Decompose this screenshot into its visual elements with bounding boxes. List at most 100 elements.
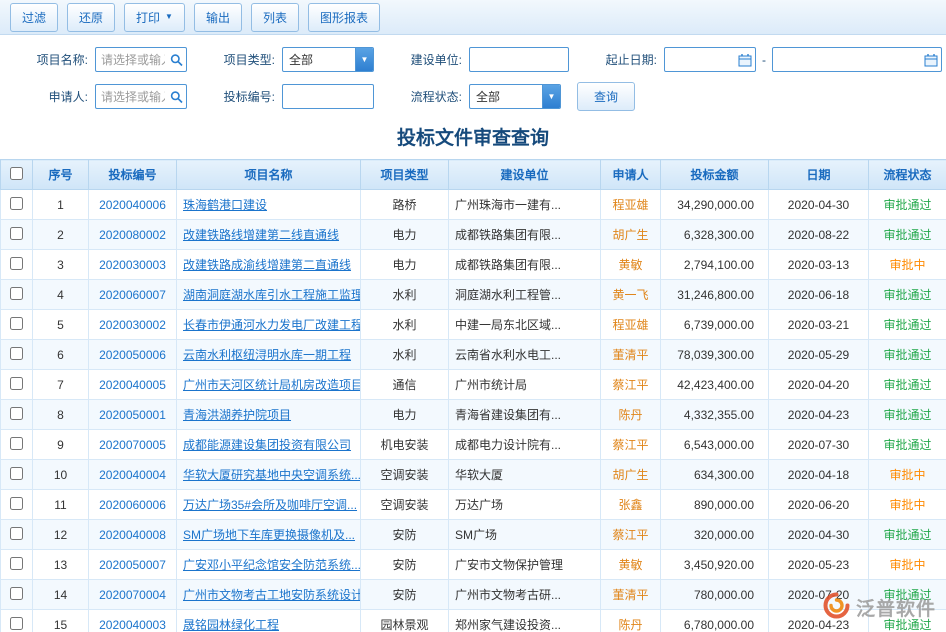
search-icon[interactable] — [170, 90, 183, 103]
filter-button[interactable]: 过滤 — [10, 3, 58, 32]
bid-number-link[interactable]: 2020040005 — [99, 378, 166, 392]
project-type: 安防 — [361, 520, 449, 550]
bid-number-link[interactable]: 2020030002 — [99, 318, 166, 332]
row-checkbox-cell — [1, 340, 33, 370]
select-all-checkbox[interactable] — [10, 167, 23, 180]
project-type: 空调安装 — [361, 490, 449, 520]
row-checkbox[interactable] — [10, 347, 23, 360]
applicant: 黄敏 — [601, 250, 661, 280]
applicant: 董清平 — [601, 580, 661, 610]
project-name-link[interactable]: 青海洪湖养护院项目 — [183, 408, 291, 422]
export-button[interactable]: 输出 — [194, 3, 242, 32]
graph-report-button[interactable]: 图形报表 — [308, 3, 380, 32]
date: 2020-03-21 — [769, 310, 869, 340]
bid-number-link[interactable]: 2020040003 — [99, 618, 166, 632]
row-index: 9 — [33, 430, 89, 460]
project-name-link[interactable]: 晟铭园林绿化工程 — [183, 618, 279, 632]
bid-number-link[interactable]: 2020030003 — [99, 258, 166, 272]
list-view-button[interactable]: 列表 — [251, 3, 299, 32]
bid-number-input[interactable] — [282, 84, 374, 109]
construction-unit-input[interactable] — [469, 47, 569, 72]
row-checkbox[interactable] — [10, 527, 23, 540]
header-flow-status: 流程状态 — [869, 160, 946, 190]
bid-number-link[interactable]: 2020080002 — [99, 228, 166, 242]
date: 2020-07-20 — [769, 580, 869, 610]
table-row: 72020040005广州市天河区统计局机房改造项目通信广州市统计局蔡江平42,… — [1, 370, 946, 400]
row-checkbox[interactable] — [10, 287, 23, 300]
construction-unit: 广州市文物考古研... — [449, 580, 601, 610]
calendar-icon[interactable] — [738, 53, 752, 66]
end-date-input[interactable] — [772, 47, 942, 72]
bid-number-link[interactable]: 2020050007 — [99, 558, 166, 572]
project-name-link[interactable]: 广州市文物考古工地安防系统设计 — [183, 588, 361, 602]
bid-number-link[interactable]: 2020060007 — [99, 288, 166, 302]
project-name-link[interactable]: SM广场地下车库更换摄像机及... — [183, 528, 355, 542]
project-name-link[interactable]: 广州市天河区统计局机房改造项目 — [183, 378, 361, 392]
row-checkbox-cell — [1, 190, 33, 220]
row-checkbox[interactable] — [10, 197, 23, 210]
table-row: 22020080002改建铁路线增建第二线直通线电力成都铁路集团有限...胡广生… — [1, 220, 946, 250]
row-checkbox[interactable] — [10, 617, 23, 630]
table-row: 52020030002长春市伊通河水力发电厂改建工程水利中建一局东北区域...程… — [1, 310, 946, 340]
row-checkbox[interactable] — [10, 467, 23, 480]
bid-number-link[interactable]: 2020040004 — [99, 468, 166, 482]
print-button[interactable]: 打印 ▼ — [124, 3, 185, 32]
status-badge: 审批通过 — [869, 310, 946, 340]
table-header-row: 序号 投标编号 项目名称 项目类型 建设单位 申请人 投标金额 日期 流程状态 — [1, 160, 946, 190]
bid-number-link[interactable]: 2020060006 — [99, 498, 166, 512]
project-name-link[interactable]: 长春市伊通河水力发电厂改建工程 — [183, 318, 361, 332]
bid-number-link[interactable]: 2020070004 — [99, 588, 166, 602]
project-name-link[interactable]: 湖南洞庭湖水库引水工程施工监理(I) — [183, 288, 361, 302]
row-index: 12 — [33, 520, 89, 550]
bid-amount: 320,000.00 — [661, 520, 769, 550]
row-index: 3 — [33, 250, 89, 280]
row-checkbox[interactable] — [10, 377, 23, 390]
row-checkbox-cell — [1, 550, 33, 580]
bid-number-link[interactable]: 2020040006 — [99, 198, 166, 212]
status-badge: 审批中 — [869, 460, 946, 490]
project-name-link[interactable]: 广安邓小平纪念馆安全防范系统... — [183, 558, 361, 572]
project-name-link[interactable]: 成都能源建设集团投资有限公司 — [183, 438, 351, 452]
row-checkbox[interactable] — [10, 437, 23, 450]
bid-number-link-cell: 2020040008 — [89, 520, 177, 550]
project-name-link[interactable]: 改建铁路成渝线增建第二直通线 — [183, 258, 351, 272]
row-checkbox[interactable] — [10, 497, 23, 510]
bid-number-link[interactable]: 2020050006 — [99, 348, 166, 362]
bid-number-link[interactable]: 2020040008 — [99, 528, 166, 542]
query-button[interactable]: 查询 — [577, 82, 635, 111]
bid-number-link-cell: 2020030002 — [89, 310, 177, 340]
project-name-link[interactable]: 珠海鹤港口建设 — [183, 198, 267, 212]
bid-amount: 4,332,355.00 — [661, 400, 769, 430]
project-name-link-cell: 广州市天河区统计局机房改造项目 — [177, 370, 361, 400]
project-type-select[interactable]: 全部 ▼ — [282, 47, 374, 72]
status-badge: 审批通过 — [869, 610, 946, 632]
row-checkbox[interactable] — [10, 317, 23, 330]
row-checkbox[interactable] — [10, 227, 23, 240]
bid-number-link-cell: 2020050007 — [89, 550, 177, 580]
calendar-icon[interactable] — [924, 53, 938, 66]
applicant: 胡广生 — [601, 460, 661, 490]
applicant: 黄一飞 — [601, 280, 661, 310]
project-name-link[interactable]: 华软大厦研究基地中央空调系统... — [183, 468, 361, 482]
flow-status-select[interactable]: 全部 ▼ — [469, 84, 561, 109]
table-row: 122020040008SM广场地下车库更换摄像机及...安防SM广场蔡江平32… — [1, 520, 946, 550]
row-checkbox[interactable] — [10, 257, 23, 270]
bid-amount: 31,246,800.00 — [661, 280, 769, 310]
row-checkbox[interactable] — [10, 557, 23, 570]
select-all-header — [1, 160, 33, 190]
project-name-link[interactable]: 云南水利枢纽浔明水库一期工程 — [183, 348, 351, 362]
project-name-link[interactable]: 万达广场35#会所及咖啡厅空调... — [183, 498, 357, 512]
row-checkbox[interactable] — [10, 587, 23, 600]
table-row: 42020060007湖南洞庭湖水库引水工程施工监理(I)水利洞庭湖水利工程管.… — [1, 280, 946, 310]
row-checkbox[interactable] — [10, 407, 23, 420]
project-type: 通信 — [361, 370, 449, 400]
search-icon[interactable] — [170, 53, 183, 66]
bid-number-link[interactable]: 2020050001 — [99, 408, 166, 422]
restore-button[interactable]: 还原 — [67, 3, 115, 32]
project-name-link[interactable]: 改建铁路线增建第二线直通线 — [183, 228, 339, 242]
bid-amount: 2,794,100.00 — [661, 250, 769, 280]
project-name-link-cell: 成都能源建设集团投资有限公司 — [177, 430, 361, 460]
date: 2020-04-20 — [769, 370, 869, 400]
bid-number-link[interactable]: 2020070005 — [99, 438, 166, 452]
row-checkbox-cell — [1, 520, 33, 550]
